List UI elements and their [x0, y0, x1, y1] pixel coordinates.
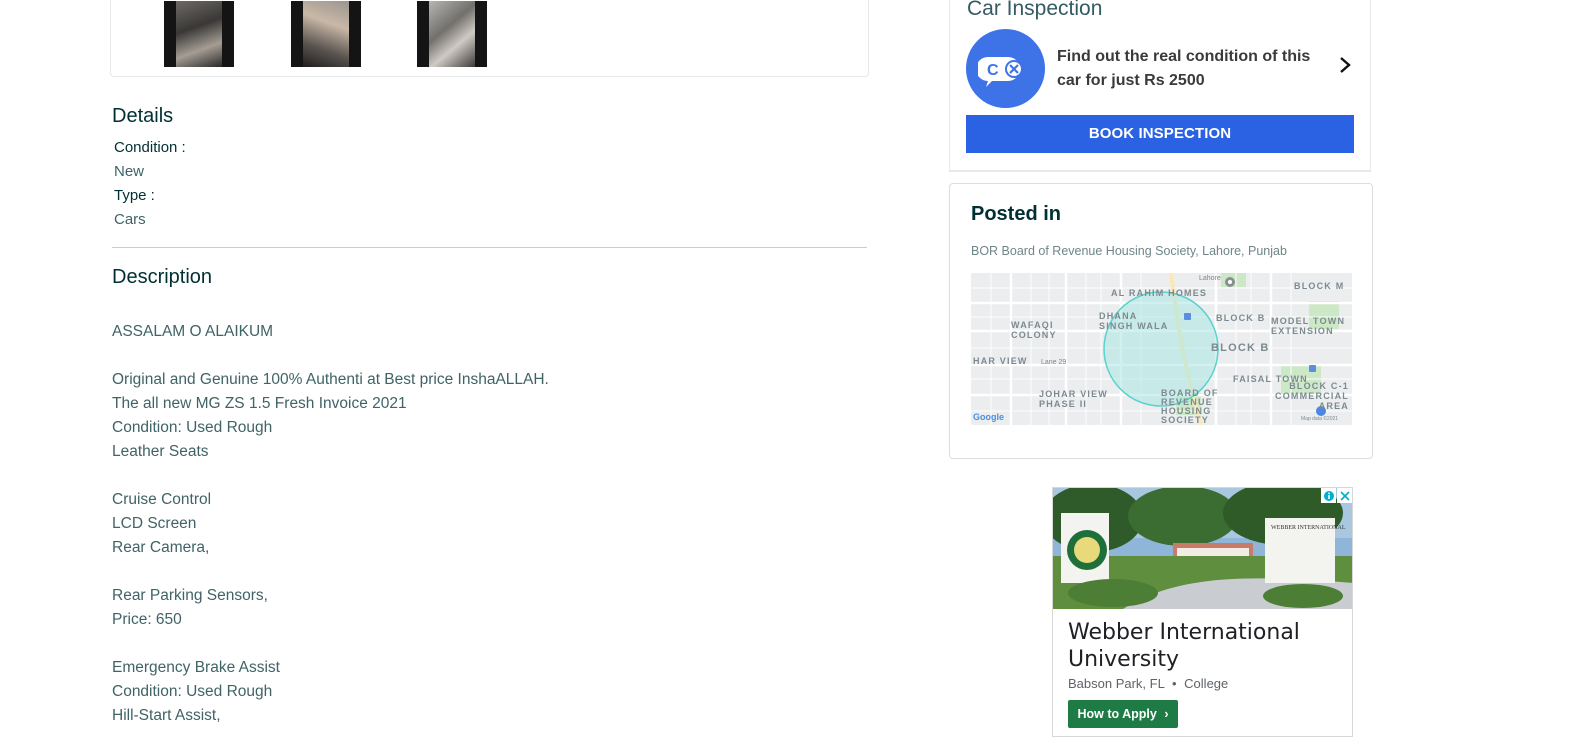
- ad-image[interactable]: WEBBER INTERNATIONAL: [1053, 488, 1352, 609]
- map-label: MODEL TOWN EXTENSION: [1271, 316, 1346, 336]
- description-line: Condition: Used Rough: [112, 683, 273, 700]
- description-line: Emergency Brake Assist: [112, 659, 280, 676]
- posted-location: BOR Board of Revenue Housing Society, La…: [971, 244, 1287, 258]
- ad-title[interactable]: Webber International University: [1068, 619, 1338, 673]
- description-line: Condition: Used Rough: [112, 419, 273, 436]
- google-logo: Google: [973, 412, 1004, 422]
- ad-category: College: [1184, 676, 1229, 691]
- chevron-right-icon[interactable]: [1335, 54, 1355, 76]
- description-line: Original and Genuine 100% Authenti at Be…: [112, 371, 549, 388]
- ad-location: Babson Park, FL: [1068, 676, 1165, 691]
- description-line: Rear Parking Sensors,: [112, 587, 268, 604]
- close-icon[interactable]: [1337, 488, 1352, 503]
- advertisement[interactable]: WEBBER INTERNATIONAL Webber Internationa…: [1052, 487, 1353, 737]
- photo-gallery: [110, 0, 869, 77]
- map-label: BOARD OF REVENUE HOUSING SOCIETY: [1161, 388, 1219, 425]
- condition-value: New: [114, 163, 145, 180]
- map-label: Lahore: [1199, 275, 1221, 282]
- map-label: AL RAHIM HOMES: [1111, 288, 1208, 298]
- description-line: Rear Camera,: [112, 539, 210, 556]
- car-inspection-title: Car Inspection: [967, 0, 1103, 20]
- map-label: BLOCK B: [1211, 342, 1270, 354]
- description-line: Price: 650: [112, 611, 182, 628]
- chevron-right-icon: ›: [1164, 707, 1169, 721]
- type-label: Type :: [114, 187, 155, 204]
- gallery-thumbnail[interactable]: [164, 1, 234, 67]
- section-divider: [112, 247, 867, 248]
- description-line: LCD Screen: [112, 515, 197, 532]
- map-label: JOHAR VIEW PHASE II: [1039, 389, 1109, 409]
- details-heading: Details: [112, 105, 174, 127]
- car-inspection-text[interactable]: Find out the real condition of this car …: [1057, 45, 1327, 93]
- description-line: Cruise Control: [112, 491, 212, 508]
- map-label: WAFAQI COLONY: [1011, 320, 1057, 340]
- map-label: DHANA SINGH WALA: [1099, 311, 1169, 331]
- description-line: ASSALAM O ALAIKUM: [112, 323, 274, 340]
- gallery-thumbnail[interactable]: [417, 1, 487, 67]
- map-attribution: Map data ©2021: [1301, 416, 1339, 422]
- gallery-thumbnail[interactable]: [291, 1, 361, 67]
- ad-meta: Babson Park, FL • College: [1068, 676, 1228, 691]
- map-label: BLOCK C-1 COMMERCIAL AREA: [1275, 381, 1349, 411]
- condition-label: Condition :: [114, 139, 186, 156]
- map-label: BLOCK B: [1216, 313, 1266, 323]
- map-label: Lane 29: [1041, 359, 1067, 366]
- location-map[interactable]: AL RAHIM HOMES DHANA SINGH WALA WAFAQI C…: [971, 273, 1352, 425]
- svg-text:C: C: [987, 62, 999, 79]
- description-line: The all new MG ZS 1.5 Fresh Invoice 2021: [112, 395, 407, 412]
- ad-choices[interactable]: [1321, 488, 1352, 503]
- car-inspection-logo-icon: C: [966, 29, 1045, 108]
- book-inspection-button[interactable]: BOOK INSPECTION: [966, 115, 1354, 153]
- separator-dot: •: [1171, 676, 1177, 691]
- map-label: BLOCK M: [1294, 281, 1345, 291]
- ad-info-icon[interactable]: [1321, 488, 1336, 503]
- description-heading: Description: [112, 266, 213, 288]
- how-to-apply-label: How to Apply: [1077, 707, 1157, 721]
- posted-in-title: Posted in: [971, 203, 1062, 225]
- map-label: HAR VIEW: [973, 356, 1028, 366]
- description-line: Leather Seats: [112, 443, 209, 460]
- description-line: Hill-Start Assist,: [112, 707, 221, 724]
- ad-image-sign: WEBBER INTERNATIONAL: [1271, 525, 1346, 531]
- how-to-apply-button[interactable]: How to Apply ›: [1068, 700, 1178, 728]
- type-value: Cars: [114, 211, 146, 228]
